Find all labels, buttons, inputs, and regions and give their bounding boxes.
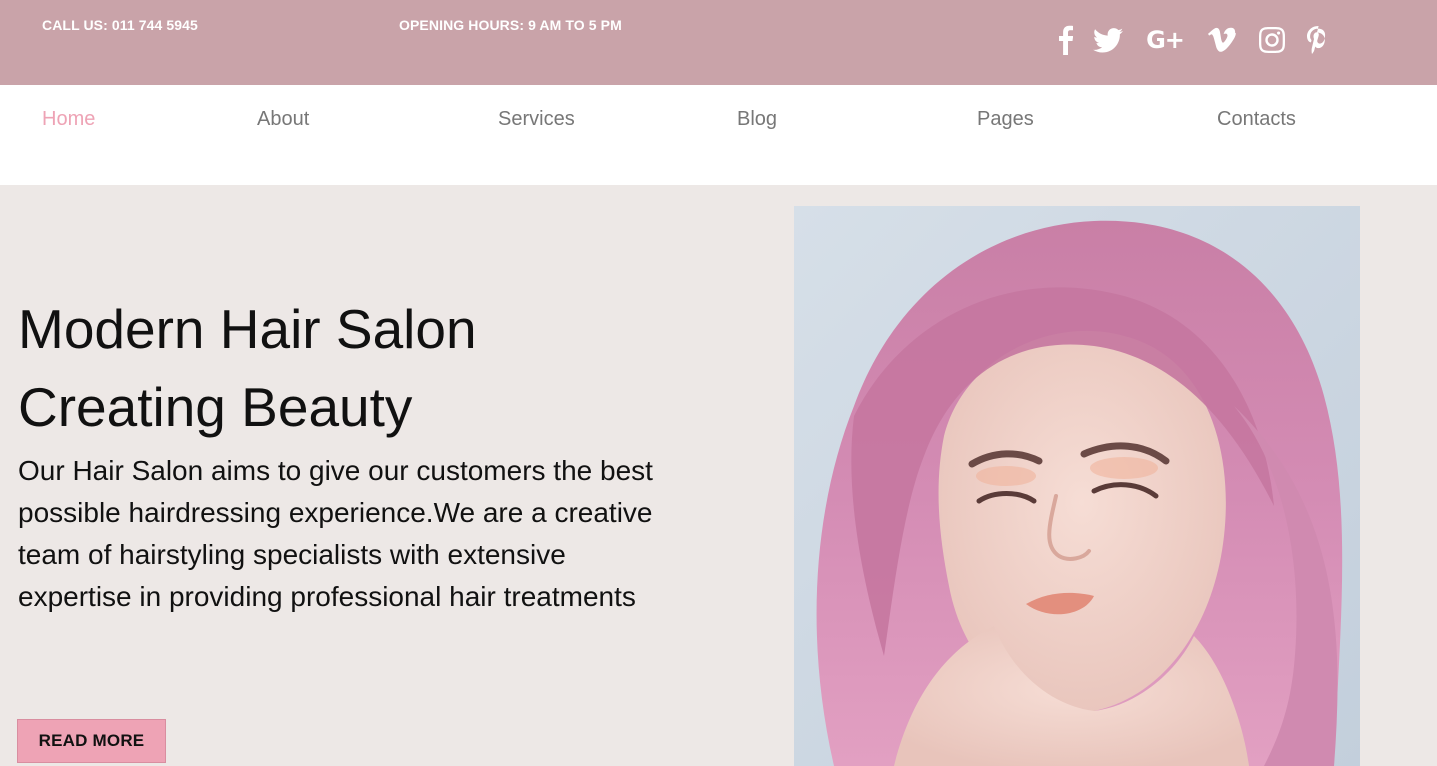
instagram-link[interactable]	[1248, 22, 1296, 58]
hero-title: Modern Hair Salon Creating Beauty	[18, 290, 718, 446]
twitter-link[interactable]	[1082, 22, 1134, 58]
hero-title-line-1: Modern Hair Salon	[18, 298, 477, 360]
nav-item-blog[interactable]: Blog	[737, 108, 777, 131]
nav-item-about[interactable]: About	[257, 108, 309, 131]
pinterest-link[interactable]	[1296, 22, 1340, 58]
vimeo-icon	[1208, 27, 1236, 53]
top-bar: CALL US: 011 744 5945 OPENING HOURS: 9 A…	[0, 0, 1437, 85]
social-links: G+	[1050, 22, 1340, 58]
nav-item-services[interactable]: Services	[498, 108, 575, 131]
instagram-icon	[1259, 27, 1285, 53]
phone-info: CALL US: 011 744 5945	[42, 17, 198, 33]
facebook-link[interactable]	[1050, 22, 1082, 58]
opening-hours-info: OPENING HOURS: 9 AM TO 5 PM	[399, 17, 622, 33]
google-plus-link[interactable]: G+	[1134, 22, 1196, 58]
pinterest-icon	[1307, 25, 1329, 55]
hero-section: Modern Hair Salon Creating Beauty Our Ha…	[0, 185, 1437, 766]
nav-item-pages[interactable]: Pages	[977, 108, 1034, 131]
hero-image	[794, 206, 1360, 766]
nav-item-contacts[interactable]: Contacts	[1217, 108, 1296, 131]
twitter-icon	[1093, 27, 1123, 53]
read-more-button[interactable]: READ MORE	[17, 719, 166, 763]
facebook-icon	[1059, 25, 1073, 55]
vimeo-link[interactable]	[1196, 22, 1248, 58]
main-nav: Home About Services Blog Pages Contacts	[0, 85, 1437, 185]
hero-description: Our Hair Salon aims to give our customer…	[18, 455, 653, 612]
nav-item-home[interactable]: Home	[42, 108, 95, 131]
hero-title-line-2: Creating Beauty	[18, 376, 413, 438]
google-plus-icon: G+	[1146, 26, 1185, 54]
